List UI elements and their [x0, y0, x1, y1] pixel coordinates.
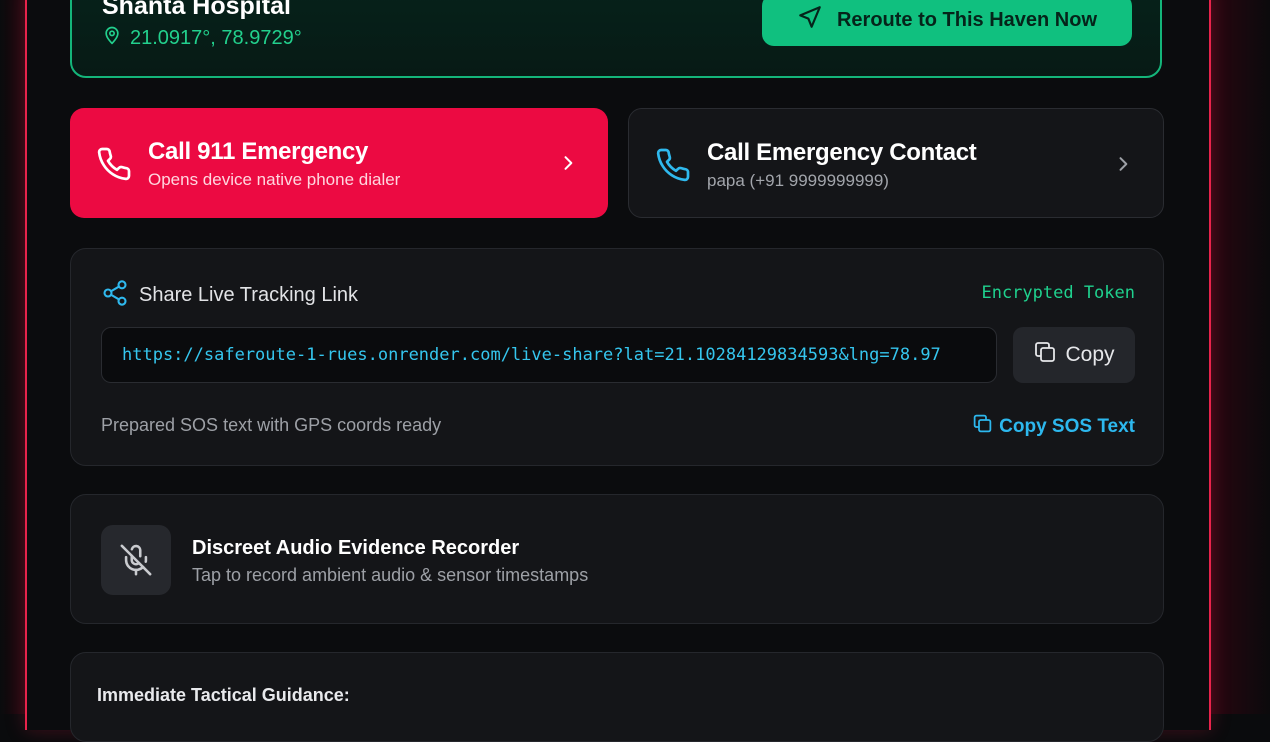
mic-off-icon — [101, 525, 171, 595]
encrypted-token-label: Encrypted Token — [981, 283, 1135, 303]
audio-recorder-title: Discreet Audio Evidence Recorder — [192, 537, 520, 559]
call-contact-subtitle: papa (+91 9999999999) — [707, 171, 889, 190]
call-contact-title: Call Emergency Contact — [707, 139, 977, 166]
navigation-arrow-icon — [797, 4, 823, 36]
reroute-button-label: Reroute to This Haven Now — [836, 8, 1098, 31]
chevron-right-icon — [558, 152, 578, 179]
tactical-guidance-card: Immediate Tactical Guidance: — [70, 652, 1164, 742]
reroute-button[interactable]: Reroute to This Haven Now — [762, 0, 1132, 46]
copy-sos-text-button[interactable]: Copy SOS Text — [972, 413, 1135, 440]
audio-recorder-subtitle: Tap to record ambient audio & sensor tim… — [192, 565, 589, 585]
haven-name: Shanta Hospital — [102, 0, 291, 20]
haven-coords-text: 21.0917°, 78.9729° — [130, 26, 302, 49]
share-icon — [101, 279, 129, 312]
call-911-button[interactable]: Call 911 Emergency Opens device native p… — [70, 108, 608, 218]
copy-icon — [1033, 340, 1057, 370]
phone-icon — [655, 147, 691, 188]
phone-icon — [96, 146, 132, 187]
safe-haven-card: Shanta Hospital 21.0917°, 78.9729° Rerou… — [70, 0, 1162, 78]
tracking-link-field[interactable]: https://saferoute-1-rues.onrender.com/li… — [101, 327, 997, 383]
call-911-title: Call 911 Emergency — [148, 138, 369, 165]
map-pin-icon — [102, 24, 122, 52]
copy-link-button[interactable]: Copy — [1013, 327, 1135, 383]
chevron-right-icon — [1113, 153, 1133, 180]
tracking-link-text: https://saferoute-1-rues.onrender.com/li… — [122, 345, 941, 365]
share-title: Share Live Tracking Link — [139, 284, 359, 306]
copy-icon — [972, 413, 993, 440]
share-header: Share Live Tracking Link — [101, 279, 358, 312]
right-edge-glow — [1208, 0, 1270, 714]
call-contact-text: Call Emergency Contact papa (+91 9999999… — [707, 139, 977, 191]
call-emergency-contact-button[interactable]: Call Emergency Contact papa (+91 9999999… — [628, 108, 1164, 218]
copy-sos-label: Copy SOS Text — [999, 415, 1135, 437]
call-911-text: Call 911 Emergency Opens device native p… — [148, 138, 400, 190]
copy-button-label: Copy — [1065, 343, 1115, 366]
share-tracking-card: Share Live Tracking Link Encrypted Token… — [70, 248, 1164, 466]
audio-recorder-button[interactable]: Discreet Audio Evidence Recorder Tap to … — [70, 494, 1164, 624]
call-911-subtitle: Opens device native phone dialer — [148, 170, 401, 189]
sos-text-note: Prepared SOS text with GPS coords ready — [101, 415, 442, 435]
haven-coordinates: 21.0917°, 78.9729° — [102, 24, 302, 52]
tactical-guidance-title: Immediate Tactical Guidance: — [97, 685, 350, 705]
